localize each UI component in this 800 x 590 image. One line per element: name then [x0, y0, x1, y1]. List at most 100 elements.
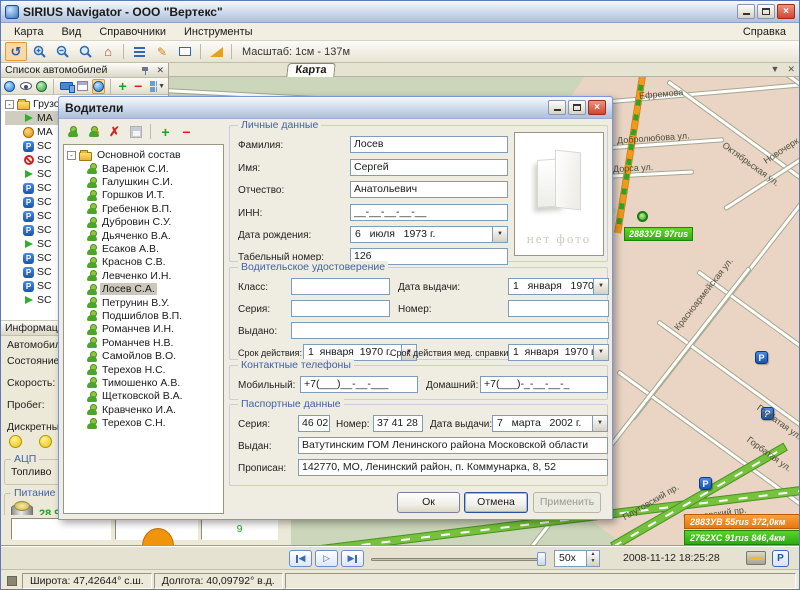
- edit-button[interactable]: ✎: [151, 42, 173, 61]
- dialog-minimize-button[interactable]: [548, 100, 566, 115]
- dialog-titlebar[interactable]: Водители ×: [59, 97, 612, 119]
- combo-arrow-icon[interactable]: ▼: [592, 416, 607, 431]
- view-mode-button[interactable]: ▼: [149, 79, 166, 94]
- skip-end-button[interactable]: ▶: [341, 550, 364, 567]
- driver-item[interactable]: Лосев С.А.: [67, 283, 223, 296]
- maximize-button[interactable]: [757, 4, 775, 19]
- skip-start-button[interactable]: ◀: [289, 550, 312, 567]
- combo-arrow-icon[interactable]: ▼: [593, 345, 608, 360]
- combo-arrow-icon[interactable]: ▼: [492, 227, 507, 242]
- driver-item[interactable]: Галушкин С.И.: [67, 175, 223, 188]
- dialog-close-button[interactable]: ×: [588, 100, 606, 115]
- expander-icon[interactable]: -: [5, 100, 14, 109]
- mobile-field[interactable]: +7(___)__-__-___: [300, 376, 418, 393]
- driver-item[interactable]: Краснов С.В.: [67, 256, 223, 269]
- show-all-button[interactable]: [3, 79, 17, 94]
- list-button[interactable]: [128, 42, 150, 61]
- dialog-maximize-button[interactable]: [568, 100, 586, 115]
- license-issue-combo[interactable]: 1 января 1970 г.▼: [508, 278, 609, 295]
- panel-close-icon[interactable]: ✕: [787, 64, 795, 75]
- spinner-arrows-icon[interactable]: ▲▼: [586, 551, 599, 566]
- panel-close-icon[interactable]: ✕: [156, 65, 164, 76]
- add-item-button[interactable]: +: [156, 123, 175, 140]
- license-series-field[interactable]: [291, 300, 390, 317]
- vehicle-marker[interactable]: [637, 211, 648, 222]
- drivers-group-row[interactable]: - Основной состав: [67, 148, 223, 162]
- driver-item[interactable]: Терехов С.Н.: [67, 416, 223, 429]
- remove-button[interactable]: −: [131, 79, 145, 94]
- license-issued-by-field[interactable]: [291, 322, 609, 339]
- vehicle-plate-badge[interactable]: 2883УВ 97rus: [624, 227, 693, 241]
- passport-series-field[interactable]: 46 02: [298, 415, 330, 432]
- name-field[interactable]: Сергей: [350, 159, 508, 176]
- parking-marker[interactable]: P: [755, 351, 768, 364]
- visibility-button[interactable]: [19, 79, 33, 94]
- export-driver-button[interactable]: ➔: [84, 123, 103, 140]
- driver-item[interactable]: Тимошенко А.В.: [67, 376, 223, 389]
- vehicle-badge-orange[interactable]: 2883УВ 55rus 372,0км: [684, 514, 800, 529]
- panel-view-button[interactable]: [76, 79, 90, 94]
- driver-item[interactable]: Есаков А.В.: [67, 242, 223, 255]
- med-valid-combo[interactable]: 1 января 1970 г.▼: [508, 344, 609, 361]
- driver-item[interactable]: Гребенюк В.П.: [67, 202, 223, 215]
- parking-marker[interactable]: P: [699, 477, 712, 490]
- add-driver-button[interactable]: +: [63, 123, 82, 140]
- speed-spinner[interactable]: 50x▲▼: [554, 550, 600, 567]
- zoom-in-button[interactable]: [28, 42, 50, 61]
- minimize-button[interactable]: [737, 4, 755, 19]
- driver-item[interactable]: Дубровин С.У.: [67, 216, 223, 229]
- driver-item[interactable]: Левченко И.Н.: [67, 269, 223, 282]
- menu-item[interactable]: Инструменты: [175, 24, 262, 40]
- pin-icon[interactable]: [141, 66, 150, 75]
- apply-button[interactable]: Применить: [533, 492, 601, 513]
- ok-button[interactable]: Ок: [397, 492, 460, 513]
- passport-issued-by-field[interactable]: Ватутинским ГОМ Ленинского района Москов…: [298, 437, 608, 454]
- vehicle-badge-green[interactable]: 2762ХС 91rus 846,4км: [684, 530, 800, 545]
- driver-item[interactable]: Щетковской В.А.: [67, 390, 223, 403]
- menu-item-help[interactable]: Справка: [734, 24, 795, 40]
- license-number-field[interactable]: [508, 300, 609, 317]
- menu-item[interactable]: Карта: [5, 24, 52, 40]
- driver-item[interactable]: Варенюк С.И.: [67, 162, 223, 175]
- report-button[interactable]: [746, 551, 766, 565]
- remove-item-button[interactable]: −: [177, 123, 196, 140]
- driver-item[interactable]: Романчев Н.В.: [67, 336, 223, 349]
- close-button[interactable]: ×: [777, 4, 795, 19]
- add-button[interactable]: +: [116, 79, 130, 94]
- driver-item[interactable]: Дьяченко В.А.: [67, 229, 223, 242]
- track-button[interactable]: [35, 79, 49, 94]
- driver-item[interactable]: Подшиблов В.П.: [67, 309, 223, 322]
- driver-item[interactable]: Кравченко И.А.: [67, 403, 223, 416]
- patronymic-field[interactable]: Анатольевич: [350, 181, 508, 198]
- passport-issue-combo[interactable]: 7 марта 2002 г.▼: [492, 415, 608, 432]
- cancel-button[interactable]: Отмена: [464, 492, 528, 513]
- driver-item[interactable]: Терехов Н.С.: [67, 363, 223, 376]
- vehicle-button[interactable]: [59, 79, 74, 94]
- panel-menu-icon[interactable]: ▼: [771, 64, 780, 75]
- driver-item[interactable]: Самойлов В.О.: [67, 349, 223, 362]
- timeline-slider-thumb[interactable]: [537, 552, 546, 566]
- driver-item[interactable]: Петрунин В.У.: [67, 296, 223, 309]
- tab-map[interactable]: Карта: [286, 63, 335, 77]
- inn-field[interactable]: __-__-__-__-__: [350, 204, 508, 221]
- menu-item[interactable]: Справочники: [90, 24, 175, 40]
- birthdate-combo[interactable]: 6 июля 1973 г.▼: [350, 226, 508, 243]
- timeline-slider-track[interactable]: [371, 558, 546, 561]
- address-field[interactable]: 142770, МО, Ленинский район, п. Коммунар…: [298, 459, 608, 476]
- zoom-window-button[interactable]: [74, 42, 96, 61]
- zoom-out-button[interactable]: [51, 42, 73, 61]
- menu-item[interactable]: Вид: [52, 24, 90, 40]
- home-phone-field[interactable]: +7(___)-_-__-__-_: [480, 376, 608, 393]
- delete-driver-button[interactable]: ✗: [105, 123, 124, 140]
- driver-item[interactable]: Романчев И.Н.: [67, 323, 223, 336]
- expander-icon[interactable]: -: [67, 151, 76, 160]
- pan-tool-button[interactable]: ↺: [5, 42, 27, 61]
- measure-button[interactable]: [205, 42, 227, 61]
- save-driver-button[interactable]: [126, 123, 145, 140]
- class-field[interactable]: [291, 278, 390, 295]
- follow-button[interactable]: [92, 79, 106, 94]
- play-button[interactable]: ▷: [315, 550, 338, 567]
- surname-field[interactable]: Лосев: [350, 136, 508, 153]
- parking-toggle-button[interactable]: P: [772, 550, 789, 567]
- select-rect-button[interactable]: [174, 42, 196, 61]
